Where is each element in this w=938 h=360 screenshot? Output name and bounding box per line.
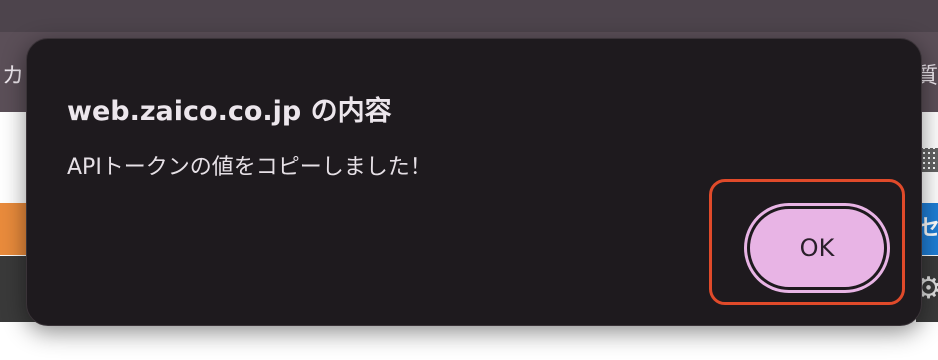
browser-top-bar <box>0 0 938 32</box>
dialog-title: web.zaico.co.jp の内容 <box>67 96 392 127</box>
ok-button[interactable]: OK <box>747 206 887 290</box>
nav-left-label: カ <box>2 64 26 89</box>
alert-dialog: web.zaico.co.jp の内容 APIトークンの値をコピーしました！ O… <box>26 38 922 326</box>
grid-icon <box>920 148 938 172</box>
dialog-message: APIトークンの値をコピーしました！ <box>67 155 432 180</box>
